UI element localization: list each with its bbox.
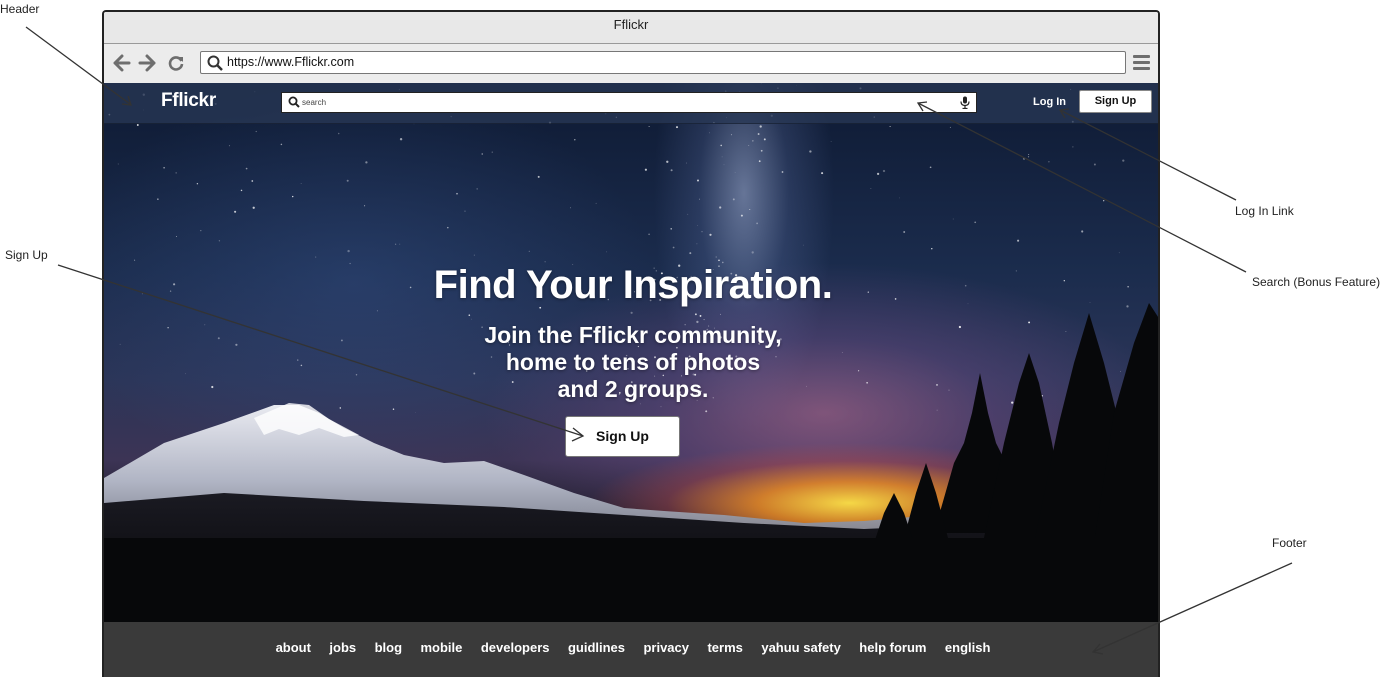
footer-link-jobs[interactable]: jobs xyxy=(329,640,356,655)
annotation-footer: Footer xyxy=(1272,536,1307,550)
annotation-search: Search (Bonus Feature) xyxy=(1252,275,1381,289)
microphone-icon[interactable] xyxy=(960,96,970,109)
search-icon xyxy=(207,55,223,71)
footer-link-about[interactable]: about xyxy=(276,640,311,655)
annotation-header: Header xyxy=(0,2,40,16)
browser-toolbar: https://www.Fflickr.com xyxy=(104,44,1158,85)
footer-link-help-forum[interactable]: help forum xyxy=(859,640,926,655)
address-bar-url: https://www.Fflickr.com xyxy=(227,55,355,69)
hero-title: Find Your Inspiration. xyxy=(433,263,833,307)
browser-window: Fflickr https://www.Fflickr.com Fflickr … xyxy=(102,10,1160,677)
site-footer: about jobs blog mobile developers guidli… xyxy=(104,622,1158,677)
footer-links: about jobs blog mobile developers guidli… xyxy=(104,639,1158,657)
footer-link-developers[interactable]: developers xyxy=(481,640,550,655)
footer-link-privacy[interactable]: privacy xyxy=(643,640,689,655)
footer-link-terms[interactable]: terms xyxy=(707,640,742,655)
browser-title: Fflickr xyxy=(104,12,1158,44)
footer-link-safety[interactable]: yahuu safety xyxy=(761,640,840,655)
annotation-sign-up: Sign Up xyxy=(5,248,48,262)
footer-link-mobile[interactable]: mobile xyxy=(420,640,462,655)
footer-link-language[interactable]: english xyxy=(945,640,991,655)
hero-subtitle-line: Join the Fflickr community, xyxy=(484,322,782,348)
hero-subtitle-line: home to tens of photos xyxy=(505,349,761,375)
hero-subtitle-line: and 2 groups. xyxy=(557,376,709,402)
hero-background-image: Fflickr Log In Sign Up Find Your Inspira… xyxy=(104,83,1158,622)
site-header: Fflickr Log In Sign Up xyxy=(104,83,1158,124)
footer-link-guidelines[interactable]: guidlines xyxy=(568,640,625,655)
hero-sign-up-button[interactable]: Sign Up xyxy=(565,416,680,457)
log-in-link[interactable]: Log In xyxy=(1033,96,1066,108)
search-icon xyxy=(288,96,300,108)
forward-arrow-icon[interactable] xyxy=(137,54,157,74)
annotation-log-in-link: Log In Link xyxy=(1235,204,1294,218)
menu-icon[interactable] xyxy=(1133,55,1150,73)
address-bar[interactable]: https://www.Fflickr.com xyxy=(200,51,1126,74)
back-arrow-icon[interactable] xyxy=(112,54,132,74)
site-search-input[interactable] xyxy=(302,95,902,109)
header-sign-up-button[interactable]: Sign Up xyxy=(1079,90,1152,113)
hero-subtitle: Join the Fflickr community, home to tens… xyxy=(104,322,1158,403)
site-search-box[interactable] xyxy=(281,92,977,113)
page-content: Fflickr Log In Sign Up Find Your Inspira… xyxy=(104,83,1158,677)
footer-link-blog[interactable]: blog xyxy=(375,640,402,655)
reload-icon[interactable] xyxy=(166,54,186,74)
site-logo[interactable]: Fflickr xyxy=(161,90,216,112)
